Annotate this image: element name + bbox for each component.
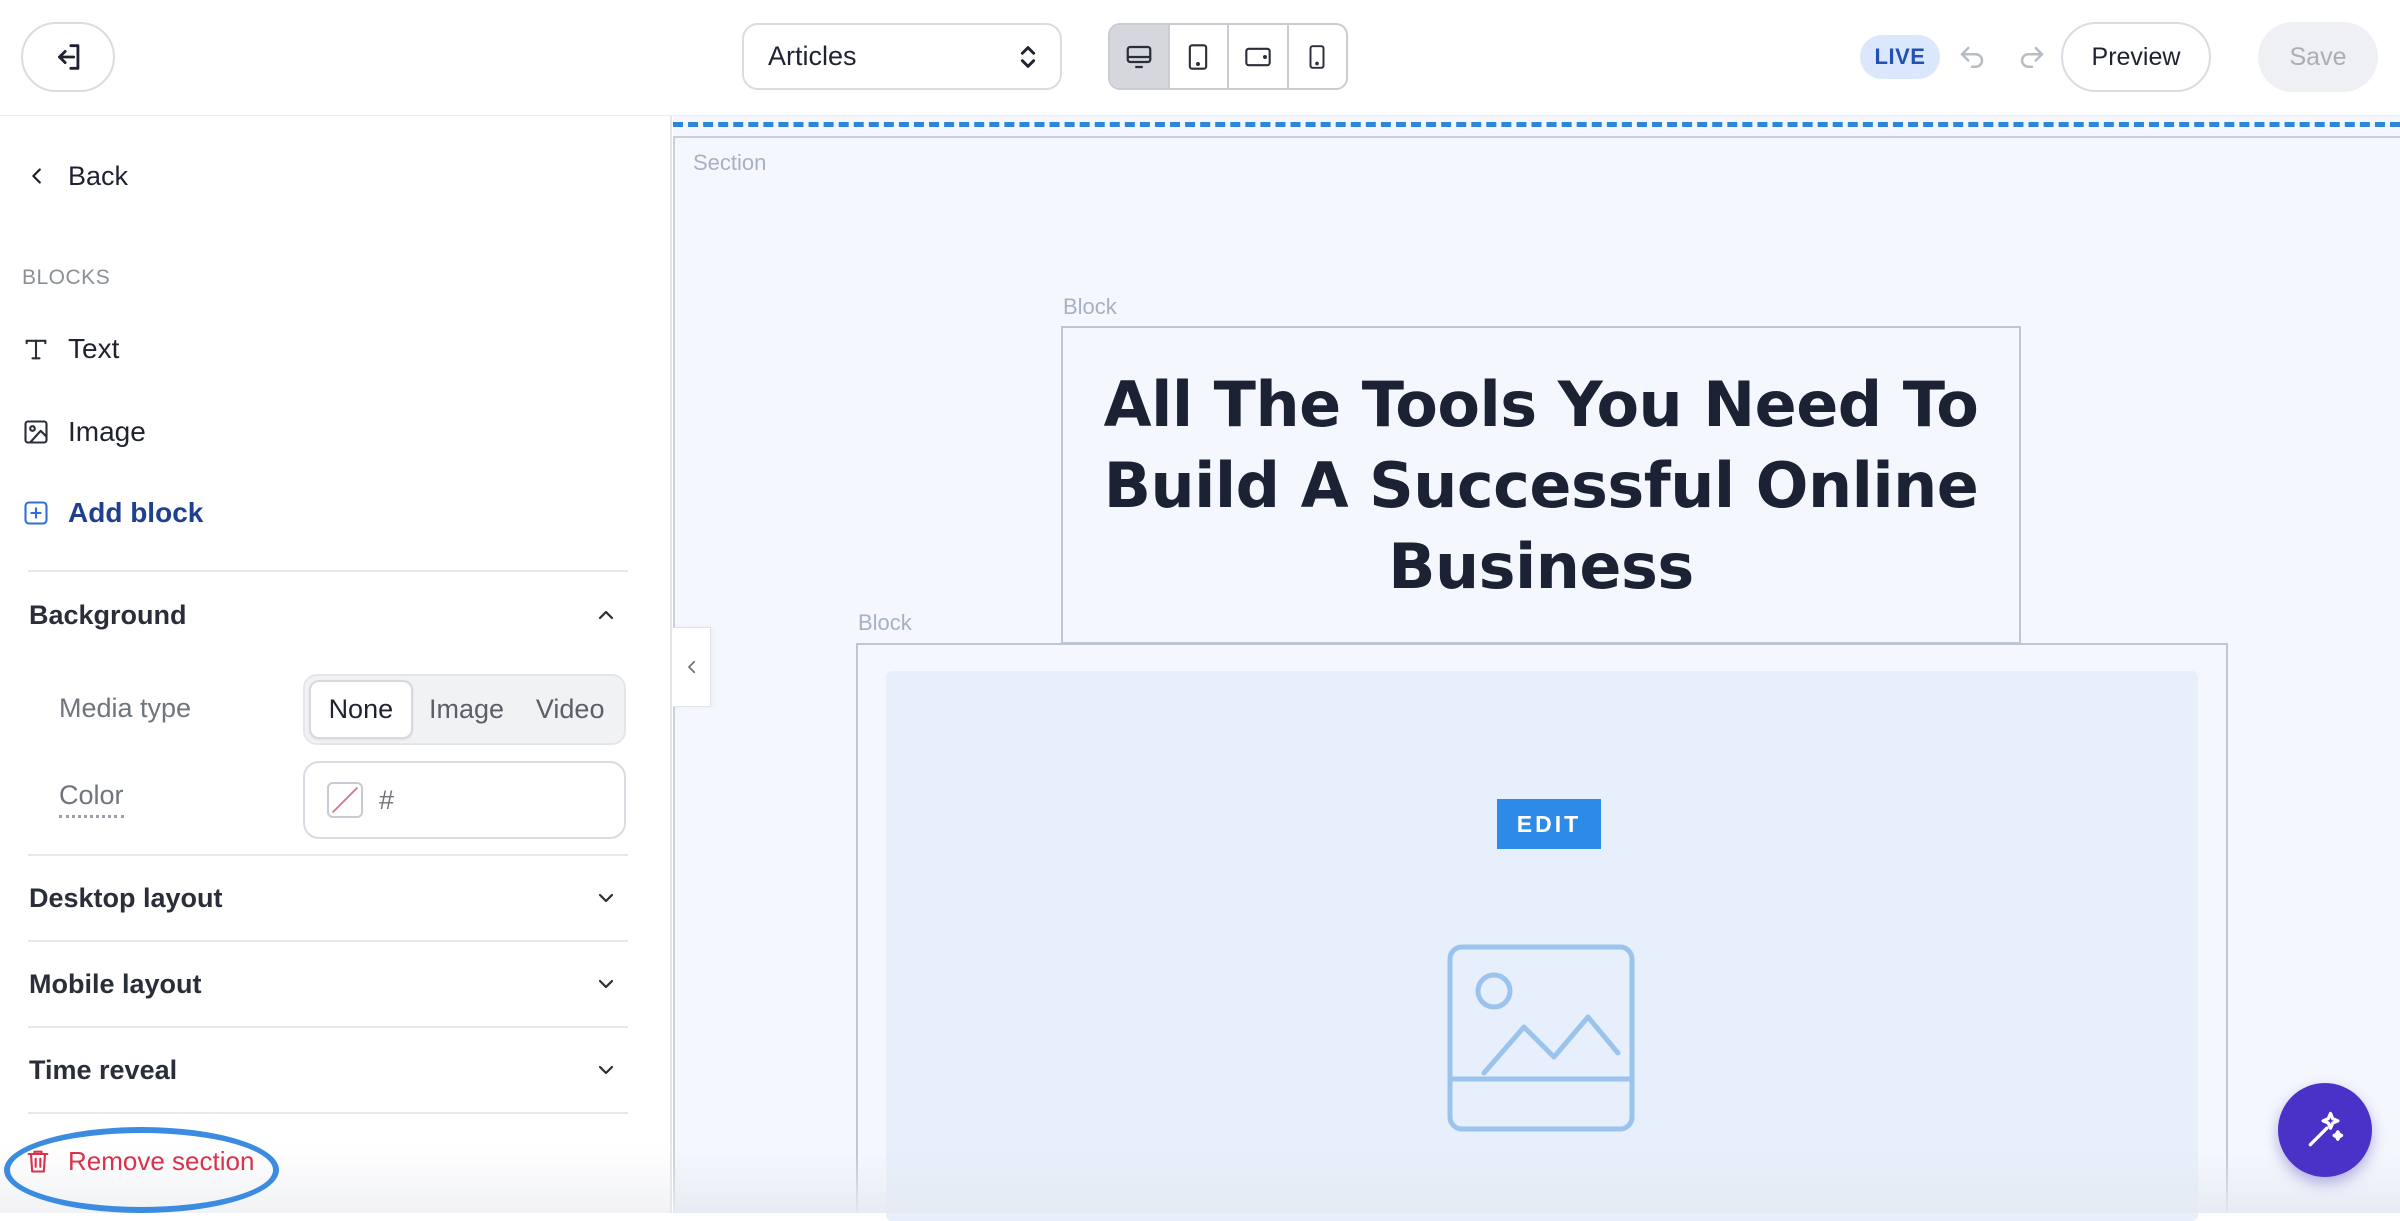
text-icon xyxy=(25,339,47,360)
block-item-label: Image xyxy=(68,416,146,447)
edit-image-button[interactable]: EDIT xyxy=(1497,799,1601,849)
chevron-down-icon xyxy=(598,893,614,903)
divider xyxy=(28,940,628,942)
accordion-title: Time reveal xyxy=(29,1054,178,1085)
accordion-background[interactable]: Background xyxy=(29,590,629,640)
live-status-badge: LIVE xyxy=(1860,35,1940,79)
chevron-left-icon xyxy=(687,660,695,674)
add-block-button[interactable]: Add block xyxy=(22,491,203,535)
device-desktop-button[interactable] xyxy=(1110,25,1170,88)
preview-button[interactable]: Preview xyxy=(2061,22,2211,92)
plus-square-icon xyxy=(24,501,48,525)
top-bar: Articles LIVE Preview Save xyxy=(0,0,2400,116)
block-item-label: Text xyxy=(68,333,120,364)
text-block[interactable]: All The Tools You Need To Build A Succes… xyxy=(1061,326,2021,644)
device-tablet-portrait-button[interactable] xyxy=(1170,25,1229,88)
accordion-mobile-layout[interactable]: Mobile layout xyxy=(29,959,629,1009)
undo-button[interactable] xyxy=(1952,38,1992,78)
redo-icon xyxy=(2020,46,2044,68)
section-tag: Section xyxy=(693,150,767,175)
settings-sidebar: Back BLOCKS Text Image Add block Backgro… xyxy=(0,116,672,1213)
divider xyxy=(28,1112,628,1114)
save-button[interactable]: Save xyxy=(2258,22,2378,92)
accordion-title: Mobile layout xyxy=(29,968,202,999)
block-item-text[interactable]: Text xyxy=(22,327,119,371)
device-tablet-landscape-button[interactable] xyxy=(1229,25,1289,88)
redo-button[interactable] xyxy=(2012,38,2052,78)
accordion-title: Desktop layout xyxy=(29,882,223,913)
tablet-portrait-icon xyxy=(1189,43,1208,70)
device-switcher xyxy=(1108,23,1348,90)
divider xyxy=(28,570,628,572)
color-field[interactable]: # xyxy=(303,761,626,839)
block-item-image[interactable]: Image xyxy=(22,410,146,454)
media-type-label: Media type xyxy=(59,693,192,723)
collapse-sidebar-button[interactable] xyxy=(673,627,711,707)
page-select[interactable]: Articles xyxy=(742,23,1062,90)
media-option-video[interactable]: Video xyxy=(520,680,620,739)
block-tag: Block xyxy=(858,610,912,635)
accordion-time-reveal[interactable]: Time reveal xyxy=(29,1045,629,1095)
highlight-annotation-ring xyxy=(4,1127,279,1213)
chevron-down-icon xyxy=(598,1065,614,1075)
back-label: Back xyxy=(68,160,129,191)
chevron-down-icon xyxy=(598,979,614,989)
add-block-label: Add block xyxy=(68,497,204,528)
page-select-value: Articles xyxy=(768,41,857,71)
editor-canvas: Section Block All The Tools You Need To … xyxy=(673,116,2400,1221)
exit-button[interactable] xyxy=(21,22,115,92)
media-option-image[interactable]: Image xyxy=(417,680,517,739)
undo-icon xyxy=(1960,46,1984,68)
accordion-desktop-layout[interactable]: Desktop layout xyxy=(29,873,629,923)
color-value: # xyxy=(379,784,395,815)
headline-text[interactable]: All The Tools You Need To Build A Succes… xyxy=(1101,364,1981,607)
divider xyxy=(28,854,628,856)
tablet-landscape-icon xyxy=(1245,47,1271,66)
chevron-up-icon xyxy=(598,610,614,620)
ai-assistant-button[interactable] xyxy=(2278,1083,2372,1177)
image-block[interactable]: EDIT xyxy=(856,643,2228,1221)
blocks-heading: BLOCKS xyxy=(22,266,111,289)
accordion-title: Background xyxy=(29,599,187,630)
canvas-bottom-fade xyxy=(673,1153,2400,1213)
section-selection-outline xyxy=(673,122,2400,127)
image-placeholder[interactable]: EDIT xyxy=(886,671,2198,1221)
desktop-icon xyxy=(1126,45,1152,68)
color-label: Color xyxy=(59,780,124,818)
exit-icon xyxy=(58,44,80,70)
chevron-left-icon xyxy=(32,168,41,184)
block-tag: Block xyxy=(1063,294,1117,319)
empty-color-swatch-icon[interactable] xyxy=(327,782,363,818)
media-option-none[interactable]: None xyxy=(309,680,413,739)
divider xyxy=(28,1026,628,1028)
back-button[interactable]: Back xyxy=(26,156,128,196)
image-placeholder-icon xyxy=(1447,944,1635,1132)
updown-chevron-icon xyxy=(1020,45,1036,68)
mobile-icon xyxy=(1309,44,1325,69)
device-mobile-button[interactable] xyxy=(1289,25,1347,88)
media-type-segmented-control: None Image Video xyxy=(303,674,626,745)
sparkle-wand-icon xyxy=(2308,1111,2344,1147)
image-icon xyxy=(24,420,48,444)
